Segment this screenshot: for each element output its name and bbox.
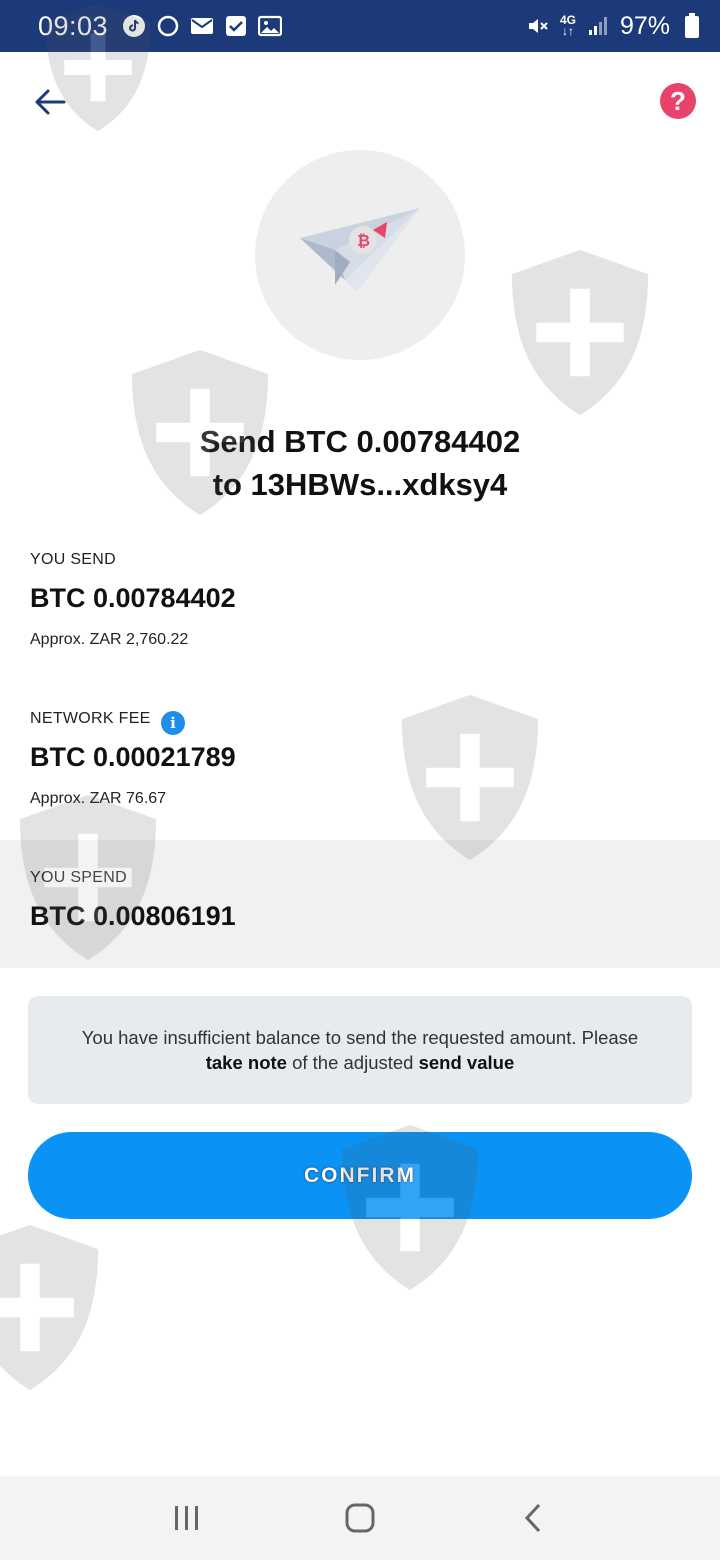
- notice-line2: take note of the adjusted send value: [206, 1050, 515, 1075]
- recent-apps-button[interactable]: [157, 1488, 217, 1548]
- battery-icon: [680, 13, 704, 38]
- home-button[interactable]: [330, 1488, 390, 1548]
- recent-apps-icon: [174, 1506, 198, 1530]
- shield-watermark-icon: [511, 249, 649, 416]
- network-arrows: ↓↑: [561, 24, 574, 38]
- arrow-left-icon: [35, 89, 66, 115]
- you-send-value: BTC 0.00784402: [30, 583, 236, 613]
- notice-line1: You have insufficient balance to send th…: [81, 1027, 639, 1048]
- signal-icon: [586, 14, 610, 38]
- send-summary-title: Send BTC 0.00784402 to 13HBWs...xdksy4: [0, 420, 720, 506]
- send-title-line2: to 13HBWs...xdksy4: [212, 467, 508, 502]
- battery-level: 97%: [619, 11, 670, 40]
- network-fee-value: BTC 0.00021789: [30, 742, 236, 772]
- checkbox-icon: [224, 14, 248, 38]
- shield-watermark-icon: [401, 694, 539, 861]
- you-spend-value: BTC 0.00806191: [30, 901, 236, 931]
- mail-icon: [190, 14, 214, 38]
- network-fee-approx: Approx. ZAR 76.67: [30, 790, 167, 807]
- system-nav-bar: [0, 1476, 720, 1560]
- back-icon: [525, 1503, 541, 1533]
- you-spend-label: YOU SPEND: [30, 869, 127, 886]
- status-time: 09:03: [38, 10, 109, 41]
- you-send-approx: Approx. ZAR 2,760.22: [30, 631, 189, 648]
- send-title-line1: Send BTC 0.00784402: [199, 424, 521, 459]
- network-type: 4G ↓↑: [560, 14, 576, 38]
- status-right: 4G ↓↑ 97%: [526, 12, 704, 41]
- confirm-label: CONFIRM: [304, 1163, 416, 1187]
- help-icon: ?: [670, 85, 686, 116]
- help-button[interactable]: ?: [660, 83, 696, 119]
- notice-take-note: take note: [205, 1052, 287, 1073]
- shield-watermark-icon: [0, 1224, 99, 1391]
- send-illustration: ₿: [255, 150, 465, 360]
- svg-text:₿: ₿: [357, 231, 370, 250]
- you-send-label: YOU SEND: [30, 551, 116, 568]
- notification-icons: [122, 14, 283, 38]
- circle-icon: [156, 14, 180, 38]
- info-icon[interactable]: i: [161, 711, 185, 735]
- confirm-button[interactable]: CONFIRM: [28, 1132, 692, 1219]
- paper-plane-bitcoin-icon: ₿: [300, 208, 420, 292]
- notice-mid-text: of the adjusted: [292, 1052, 414, 1073]
- back-button[interactable]: [30, 84, 70, 120]
- status-bar: 09:03 4G ↓↑ 97%: [0, 0, 720, 52]
- image-icon: [258, 14, 283, 38]
- system-back-button[interactable]: [503, 1488, 563, 1548]
- mute-icon: [526, 14, 550, 38]
- tiktok-icon: [122, 14, 146, 38]
- notice-send-value: send value: [418, 1052, 515, 1073]
- home-icon: [345, 1503, 375, 1533]
- network-fee-label: NETWORK FEE: [30, 710, 151, 727]
- insufficient-balance-notice: You have insufficient balance to send th…: [28, 996, 692, 1104]
